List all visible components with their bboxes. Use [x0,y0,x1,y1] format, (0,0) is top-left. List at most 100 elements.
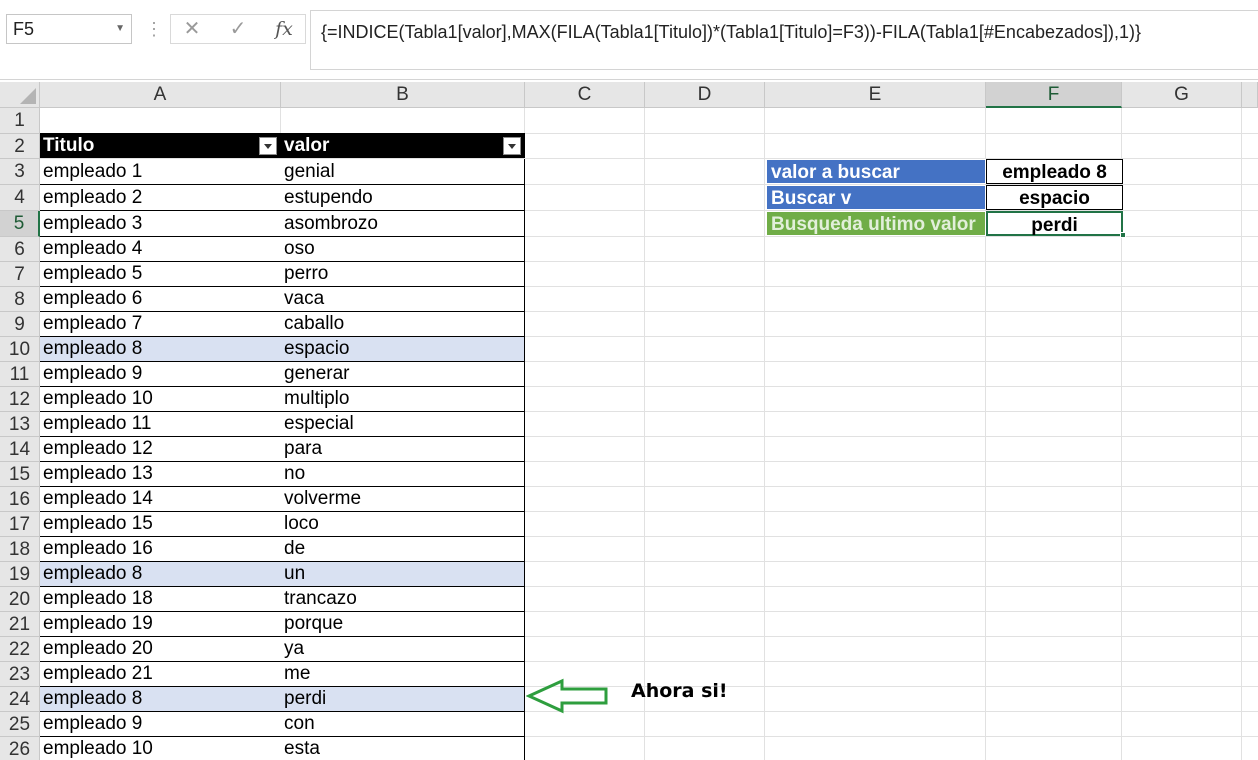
enter-icon[interactable]: ✓ [223,15,253,43]
row-header-15[interactable]: 15 [0,462,40,487]
row-header-10[interactable]: 10 [0,337,40,362]
insert-function-icon[interactable]: fx [269,15,299,43]
cell-valor[interactable]: con [281,712,525,737]
column-header-a[interactable]: A [40,82,281,108]
column-header-b[interactable]: B [281,82,525,108]
row-header-12[interactable]: 12 [0,387,40,412]
formula-input[interactable]: {=INDICE(Tabla1[valor],MAX(FILA(Tabla1[T… [310,10,1258,70]
row-header-22[interactable]: 22 [0,637,40,662]
cell-titulo[interactable]: empleado 7 [40,312,281,337]
cell-valor[interactable]: esta [281,737,525,760]
filter-dropdown-icon[interactable] [259,137,277,155]
select-all-corner[interactable] [0,82,40,108]
cell-titulo[interactable]: empleado 9 [40,362,281,387]
table-header-valor: valor [281,133,525,158]
row-header-5[interactable]: 5 [0,211,40,237]
cell-titulo[interactable]: empleado 13 [40,462,281,487]
row-header-14[interactable]: 14 [0,437,40,462]
row-header-19[interactable]: 19 [0,562,40,587]
column-header-e[interactable]: E [765,82,986,108]
column-header-f[interactable]: F [986,82,1122,108]
row-header-2[interactable]: 2 [0,134,40,159]
cell-valor[interactable]: especial [281,412,525,437]
row-header-25[interactable]: 25 [0,712,40,737]
row-header-4[interactable]: 4 [0,185,40,211]
cell-valor[interactable]: loco [281,512,525,537]
row-header-7[interactable]: 7 [0,262,40,287]
column-header-d[interactable]: D [645,82,765,108]
cell-titulo[interactable]: empleado 21 [40,662,281,687]
cell-titulo[interactable]: empleado 18 [40,587,281,612]
chevron-down-icon[interactable]: ▼ [115,15,125,43]
cell-titulo[interactable]: empleado 10 [40,387,281,412]
row-header-3[interactable]: 3 [0,159,40,185]
row-header-8[interactable]: 8 [0,287,40,312]
row-header-24[interactable]: 24 [0,687,40,712]
column-header-g[interactable]: G [1122,82,1242,108]
row-header-26[interactable]: 26 [0,737,40,760]
cell-valor[interactable]: un [281,562,525,587]
row-header-17[interactable]: 17 [0,512,40,537]
row-header-6[interactable]: 6 [0,237,40,262]
cell-valor[interactable]: perro [281,262,525,287]
cell-titulo[interactable]: empleado 12 [40,437,281,462]
gridline [644,108,645,760]
cancel-icon[interactable]: ✕ [177,15,207,43]
cell-valor[interactable]: trancazo [281,587,525,612]
cell-titulo[interactable]: empleado 8 [40,687,281,712]
cell-titulo[interactable]: empleado 1 [40,159,281,185]
cell-titulo[interactable]: empleado 8 [40,337,281,362]
column-header-c[interactable]: C [525,82,645,108]
row-header-20[interactable]: 20 [0,587,40,612]
cell-valor[interactable]: multiplo [281,387,525,412]
cell-valor[interactable]: me [281,662,525,687]
cell-titulo[interactable]: empleado 11 [40,412,281,437]
lookup-label[interactable]: Busqueda ultimo valor [766,211,986,236]
cell-titulo[interactable]: empleado 3 [40,211,281,237]
cell-valor[interactable]: no [281,462,525,487]
cell-titulo[interactable]: empleado 16 [40,537,281,562]
cell-valor[interactable]: vaca [281,287,525,312]
row-header-13[interactable]: 13 [0,412,40,437]
drag-handle-icon[interactable]: ⋮ [145,16,163,42]
cell-valor[interactable]: ya [281,637,525,662]
fill-handle[interactable] [1120,232,1126,238]
cell-valor[interactable]: para [281,437,525,462]
cell-valor[interactable]: de [281,537,525,562]
name-box[interactable]: F5 ▼ [6,14,132,44]
cell-valor[interactable]: generar [281,362,525,387]
cell-valor[interactable]: volverme [281,487,525,512]
lookup-label[interactable]: valor a buscar [766,159,986,184]
row-header-1[interactable]: 1 [0,108,40,134]
cell-valor[interactable]: espacio [281,337,525,362]
cell-valor[interactable]: porque [281,612,525,637]
filter-dropdown-icon[interactable] [503,137,521,155]
cell-titulo[interactable]: empleado 2 [40,185,281,211]
cell-valor[interactable]: perdi [281,687,525,712]
cell-valor[interactable]: caballo [281,312,525,337]
cell-titulo[interactable]: empleado 9 [40,712,281,737]
cell-titulo[interactable]: empleado 20 [40,637,281,662]
row-header-18[interactable]: 18 [0,537,40,562]
cell-valor[interactable]: oso [281,237,525,262]
cell-titulo[interactable]: empleado 14 [40,487,281,512]
lookup-value[interactable]: empleado 8 [986,159,1123,184]
cell-titulo[interactable]: empleado 8 [40,562,281,587]
cell-titulo[interactable]: empleado 5 [40,262,281,287]
row-header-16[interactable]: 16 [0,487,40,512]
row-header-11[interactable]: 11 [0,362,40,387]
cell-titulo[interactable]: empleado 6 [40,287,281,312]
cell-titulo[interactable]: empleado 19 [40,612,281,637]
cell-valor[interactable]: genial [281,159,525,185]
cell-titulo[interactable]: empleado 10 [40,737,281,760]
row-header-21[interactable]: 21 [0,612,40,637]
row-header-23[interactable]: 23 [0,662,40,687]
cell-titulo[interactable]: empleado 15 [40,512,281,537]
row-header-9[interactable]: 9 [0,312,40,337]
cell-titulo[interactable]: empleado 4 [40,237,281,262]
cell-valor[interactable]: estupendo [281,185,525,211]
cell-valor[interactable]: asombrozo [281,211,525,237]
lookup-label[interactable]: Buscar v [766,185,986,210]
selected-cell-f5[interactable]: perdi [986,211,1123,236]
lookup-value[interactable]: espacio [986,185,1123,210]
